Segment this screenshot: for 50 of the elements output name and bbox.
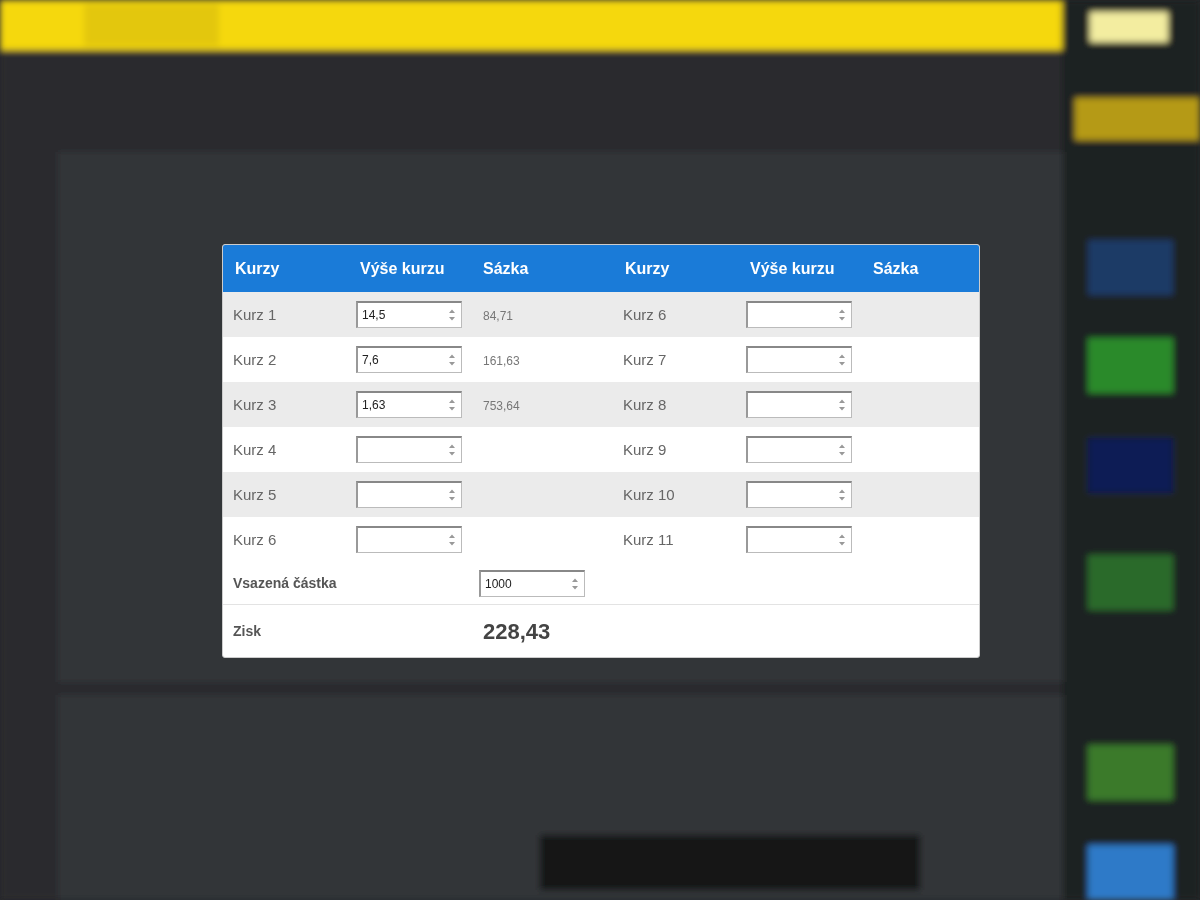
number-field[interactable] xyxy=(746,391,852,418)
number-field[interactable] xyxy=(356,436,462,463)
number-field[interactable]: 7,6 xyxy=(356,346,462,373)
spinner-icon[interactable] xyxy=(448,353,456,367)
column-header: Kurzy xyxy=(234,259,280,277)
odds-label: Kurz 9 xyxy=(622,440,667,458)
stake-value: 161,63 xyxy=(482,353,520,368)
odds-label: Kurz 4 xyxy=(232,440,277,458)
number-field[interactable] xyxy=(746,301,852,328)
spinner-icon[interactable] xyxy=(838,398,846,412)
spinner-icon[interactable] xyxy=(571,576,579,591)
spinner-icon[interactable] xyxy=(838,353,846,367)
spinner-icon[interactable] xyxy=(448,488,456,502)
stake-value: 753,64 xyxy=(482,398,520,413)
column-header: Sázka xyxy=(872,259,919,277)
spinner-icon[interactable] xyxy=(838,308,846,322)
number-field[interactable] xyxy=(746,526,852,553)
number-field[interactable] xyxy=(746,481,852,508)
number-field[interactable]: 1,63 xyxy=(356,391,462,418)
column-header: Výše kurzu xyxy=(749,259,835,277)
spinner-icon[interactable] xyxy=(838,443,846,457)
odds-label: Kurz 10 xyxy=(622,485,675,503)
column-header: Kurzy xyxy=(624,259,670,277)
profit-label: Zisk xyxy=(232,623,261,639)
spinner-icon[interactable] xyxy=(838,533,846,547)
spinner-icon[interactable] xyxy=(448,443,456,457)
number-field[interactable] xyxy=(746,436,852,463)
odds-label: Kurz 1 xyxy=(232,305,277,323)
number-field[interactable]: 1000 xyxy=(479,569,585,597)
profit-value: 228,43 xyxy=(482,618,551,644)
spinner-icon[interactable] xyxy=(448,533,456,547)
number-field[interactable] xyxy=(746,346,852,373)
number-field[interactable] xyxy=(356,481,462,508)
odds-label: Kurz 3 xyxy=(232,395,277,413)
column-header: Výše kurzu xyxy=(359,259,445,277)
number-field[interactable]: 14,5 xyxy=(356,301,462,328)
odds-label: Kurz 8 xyxy=(622,395,667,413)
odds-label: Kurz 5 xyxy=(232,485,277,503)
spinner-icon[interactable] xyxy=(448,308,456,322)
odds-label: Kurz 6 xyxy=(622,305,667,323)
odds-label: Kurz 7 xyxy=(622,350,667,368)
stake-value: 84,71 xyxy=(482,308,514,323)
odds-label: Kurz 2 xyxy=(232,350,277,368)
spinner-icon[interactable] xyxy=(838,488,846,502)
odds-label: Kurz 6 xyxy=(232,530,277,548)
number-field[interactable] xyxy=(356,526,462,553)
stake-label: Vsazená částka xyxy=(232,575,337,591)
spinner-icon[interactable] xyxy=(448,398,456,412)
odds-label: Kurz 11 xyxy=(622,530,674,548)
column-header: Sázka xyxy=(482,259,529,277)
